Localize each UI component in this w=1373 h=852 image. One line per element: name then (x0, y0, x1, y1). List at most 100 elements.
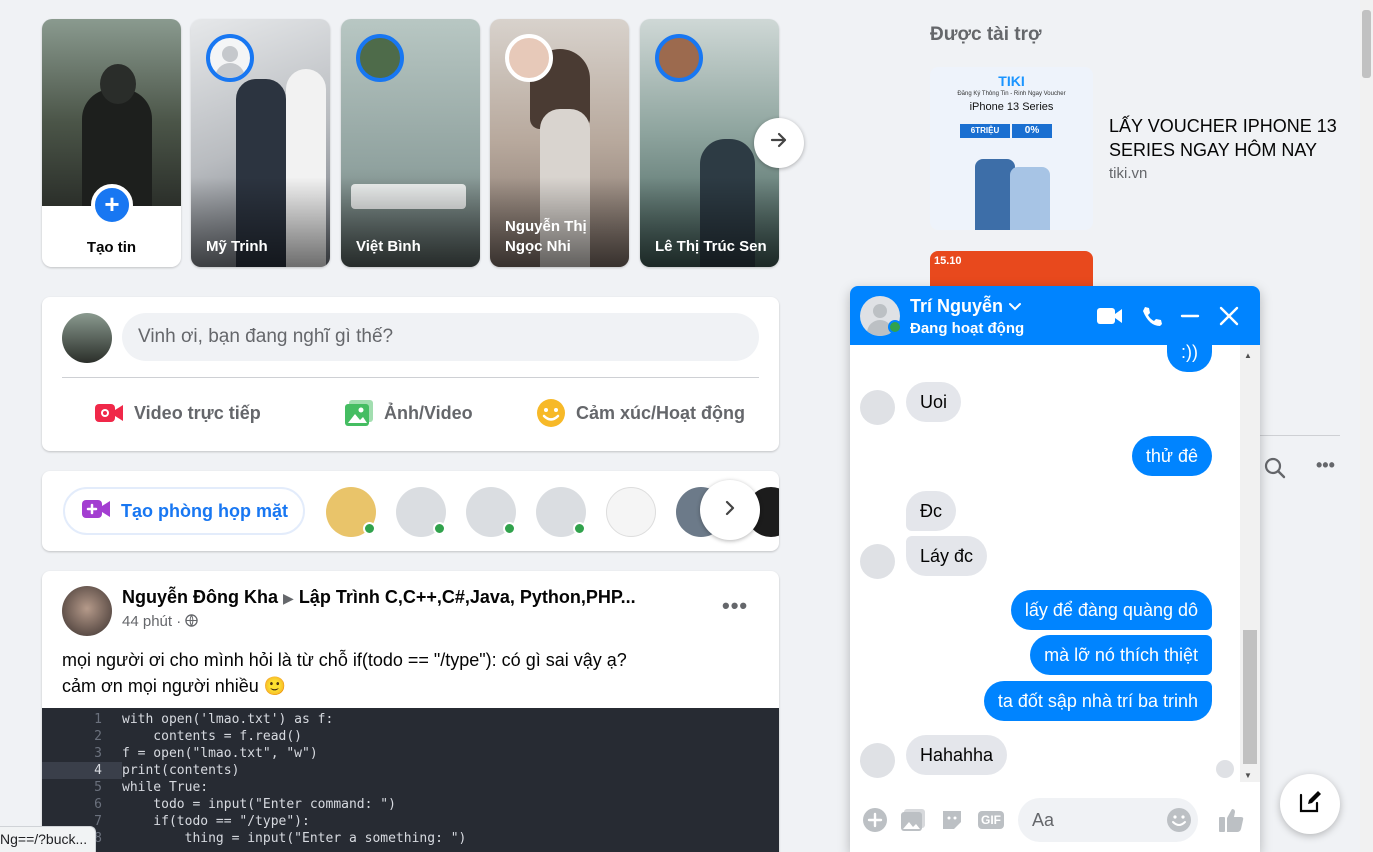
thumbs-up-icon[interactable] (1217, 806, 1245, 834)
code-line-text: f = open("lmao.txt", "w") (122, 746, 318, 761)
minimize-icon[interactable] (1175, 301, 1205, 331)
ad-image[interactable]: 15.10 (930, 251, 1093, 291)
rooms-bar: Tạo phòng họp mặt (42, 471, 779, 551)
ad-title[interactable]: LẤY VOUCHER IPHONE 13 SERIES NGAY HÔM NA… (1109, 114, 1349, 162)
post-text: mọi người ơi cho mình hỏi là từ chỗ if(t… (62, 650, 627, 696)
create-story-plus-icon[interactable]: + (91, 184, 133, 226)
post-code-image[interactable]: 1 with open('lmao.txt') as f: 2 contents =… (42, 708, 779, 852)
live-video-button[interactable]: Video trực tiếp (94, 393, 261, 433)
compose-icon (1297, 789, 1323, 820)
code-line: 4 print(contents) (42, 762, 779, 779)
code-line: 5 while True: (42, 779, 779, 796)
room-contact-avatar[interactable] (326, 487, 376, 537)
code-line: 7 if(todo == "/type"): (42, 813, 779, 830)
story-name: Nguyễn Thị Ngọc Nhi (505, 218, 587, 255)
room-contact-avatar[interactable] (396, 487, 446, 537)
message-outgoing: ta đốt sập nhà trí ba trinh (983, 681, 1212, 721)
plus-circle-icon[interactable] (861, 806, 889, 834)
code-line: 1 with open('lmao.txt') as f: (42, 711, 779, 728)
code-line-number: 5 (94, 780, 102, 795)
story-avatar (206, 34, 254, 82)
post-more-button[interactable]: ••• (722, 593, 748, 619)
message-outgoing: mà lỡ nó thích thiệt (1030, 635, 1212, 675)
feed-post: Nguyễn Đông Kha ▶ Lập Trình C,C++,C#,Jav… (42, 571, 779, 852)
smile-icon (536, 398, 566, 428)
message-incoming: Láy đc (906, 536, 988, 576)
composer-input[interactable]: Vinh ơi, bạn đang nghĩ gì thế? (122, 313, 759, 361)
post-group[interactable]: Lập Trình C,C++,C#,Java, Python,PHP... (299, 587, 636, 607)
code-line-text: thing = input("Enter a something: ") (122, 831, 467, 846)
create-room-button[interactable]: Tạo phòng họp mặt (63, 487, 305, 535)
video-camera-plus-icon (81, 498, 111, 525)
post-composer: Vinh ơi, bạn đang nghĩ gì thế? Video trự… (42, 297, 779, 451)
code-line-text: while True: (122, 780, 209, 795)
contacts-search-icon[interactable] (1264, 457, 1286, 484)
feeling-activity-button[interactable]: Cảm xúc/Hoạt động (536, 393, 745, 433)
emoji-icon[interactable] (1165, 806, 1193, 834)
code-line-number: 1 (94, 712, 102, 727)
code-line: 2 contents = f.read() (42, 728, 779, 745)
avatar[interactable] (62, 313, 112, 363)
message-avatar (860, 544, 895, 579)
post-author[interactable]: Nguyễn Đông Kha (122, 587, 278, 607)
story-card[interactable]: Nguyễn Thị Ngọc Nhi (490, 19, 629, 267)
code-line-text: print(contents) (122, 763, 240, 778)
stories-next-button[interactable] (754, 118, 804, 168)
close-icon[interactable] (1214, 301, 1244, 331)
post-time[interactable]: 44 phút · (122, 613, 181, 630)
code-line-number: 4 (42, 762, 122, 779)
chat-contact-name[interactable]: Trí Nguyễn (910, 296, 1022, 317)
status-bar-url: Ng==/?buck... (0, 826, 97, 852)
room-contact-avatar[interactable] (466, 487, 516, 537)
story-name: Mỹ Trinh (206, 238, 268, 255)
ad-domain[interactable]: tiki.vn (1109, 165, 1147, 182)
photo-video-button[interactable]: Ảnh/Video (344, 393, 473, 433)
contacts-more-icon[interactable]: ••• (1316, 455, 1335, 476)
story-card[interactable]: Việt Bình (341, 19, 480, 267)
code-line-number: 2 (94, 729, 102, 744)
post-meta: 44 phút · (122, 613, 199, 630)
code-line: 6 todo = input("Enter command: ") (42, 796, 779, 813)
live-video-icon (94, 398, 124, 428)
divider (62, 377, 759, 378)
post-author-line: Nguyễn Đông Kha ▶ Lập Trình C,C++,C#,Jav… (122, 587, 636, 608)
new-message-button[interactable] (1280, 774, 1340, 834)
chevron-down-icon (1008, 296, 1022, 316)
avatar[interactable] (62, 586, 112, 636)
message-avatar (860, 743, 895, 778)
story-avatar (505, 34, 553, 82)
sticker-icon[interactable] (938, 806, 966, 834)
story-name: Việt Bình (356, 238, 421, 255)
message-incoming: Uoi (906, 382, 962, 422)
sponsored-heading: Được tài trợ (930, 24, 1042, 45)
chat-status: Đang hoạt động (910, 320, 1025, 337)
image-icon[interactable] (899, 806, 927, 834)
chat-window: Trí Nguyễn Đang hoạt động :)) Uoi thử đê… (850, 286, 1260, 852)
story-card[interactable]: Mỹ Trinh (191, 19, 330, 267)
globe-icon (185, 613, 199, 630)
create-story-photo (42, 19, 181, 206)
phone-call-icon[interactable] (1136, 301, 1166, 331)
code-line: 8 thing = input("Enter a something: ") (42, 830, 779, 847)
code-line-text: with open('lmao.txt') as f: (122, 712, 334, 727)
room-contact-avatar[interactable] (606, 487, 656, 537)
ad-image[interactable]: TIKI Đăng Ký Thông Tin - Rinh Ngay Vouch… (930, 67, 1093, 230)
code-line-text: todo = input("Enter command: ") (122, 797, 396, 812)
video-call-icon[interactable] (1095, 301, 1125, 331)
story-avatar (655, 34, 703, 82)
code-line: 3 f = open("lmao.txt", "w") (42, 745, 779, 762)
chat-scrollbar[interactable]: ▲ ▼ (1240, 345, 1260, 782)
room-contact-avatar[interactable] (536, 487, 586, 537)
story-name: Lê Thị Trúc Sen (655, 238, 767, 255)
window-scrollbar[interactable] (1360, 0, 1373, 852)
seen-avatar (1216, 760, 1234, 778)
create-story-card[interactable]: + Tạo tin (42, 19, 181, 267)
rooms-next-button[interactable] (700, 480, 760, 540)
gif-icon[interactable]: GIF (977, 806, 1005, 834)
divider (1260, 435, 1340, 436)
photo-icon (344, 398, 374, 428)
caret-right-icon: ▶ (283, 590, 294, 606)
online-dot (888, 320, 902, 334)
code-line-number: 6 (94, 797, 102, 812)
create-story-label: Tạo tin (86, 239, 137, 256)
